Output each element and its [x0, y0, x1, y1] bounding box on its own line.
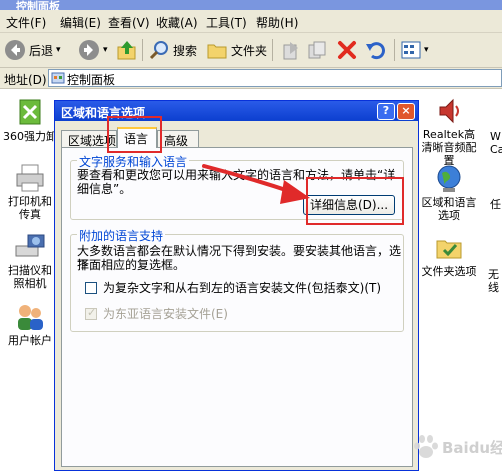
delete-button[interactable] — [336, 38, 358, 62]
360-uninstall-icon — [19, 99, 41, 125]
search-button[interactable]: 搜索 — [148, 38, 197, 62]
cp-item-label: 打印机和传真 — [8, 195, 52, 221]
cp-item-scanners-cameras[interactable]: 扫描仪和照相机 — [4, 232, 56, 290]
checkbox-box: ✓ — [85, 305, 97, 320]
printer-icon — [16, 164, 44, 192]
back-label: 后退 — [29, 43, 54, 58]
menu-tools[interactable]: 工具(T) — [206, 14, 247, 31]
cp-item-label: 用户帐户 — [8, 334, 52, 347]
up-folder-icon — [117, 41, 136, 60]
clipped-item-label: 任 — [490, 198, 501, 211]
checkbox-box[interactable] — [85, 281, 97, 294]
group-title: 附加的语言支持 — [77, 227, 166, 244]
move-to-button[interactable] — [280, 38, 302, 62]
search-icon — [149, 41, 168, 60]
globe-icon — [437, 165, 461, 192]
help-button[interactable]: ? — [377, 103, 395, 120]
cp-item-label: Realtek高清晰音频配置 — [421, 128, 477, 167]
control-panel-icon — [51, 72, 65, 84]
checkbox-label: 为东亚语言安装文件(E) — [103, 307, 228, 321]
toolbar-separator — [272, 39, 273, 61]
folder-options-icon — [436, 240, 462, 259]
cp-item-printers-faxes[interactable]: 打印机和传真 — [4, 163, 56, 221]
folders-label: 文件夹 — [231, 43, 268, 58]
address-input[interactable]: 控制面板 — [48, 69, 502, 87]
close-button[interactable]: × — [397, 103, 415, 120]
cp-item-label: 文件夹选项 — [421, 265, 477, 278]
up-folder-button[interactable] — [116, 38, 138, 62]
cp-item-label: 区域和语言选项 — [421, 196, 477, 222]
views-button[interactable]: ▾ — [400, 38, 429, 62]
checkmark-icon: ✓ — [87, 305, 97, 319]
copy-to-icon — [308, 41, 326, 59]
window-titlebar: 控制面板 — [0, 0, 502, 13]
search-label: 搜索 — [173, 43, 198, 58]
menu-file[interactable]: 文件(F) — [6, 14, 46, 31]
watermark-text: Baidu经验 — [442, 439, 502, 457]
address-bar: 地址(D) 控制面板 — [0, 68, 502, 89]
back-button[interactable]: 后退 ▾ — [4, 38, 61, 62]
address-label: 地址(D) — [4, 73, 47, 87]
toolbar-separator — [142, 39, 143, 61]
cp-item-folder-options[interactable]: 文件夹选项 — [418, 233, 480, 278]
folders-button[interactable]: 文件夹 — [206, 38, 267, 62]
menu-view[interactable]: 查看(V) — [108, 14, 150, 31]
cp-item-label: 扫描仪和照相机 — [8, 264, 52, 290]
toolbar-separator — [394, 39, 395, 61]
forward-dropdown-icon[interactable]: ▾ — [103, 45, 108, 55]
back-dropdown-icon[interactable]: ▾ — [56, 45, 61, 55]
delete-x-icon — [338, 41, 356, 59]
baidu-watermark: Baidu经验 — [408, 430, 502, 464]
checkbox-label: 为复杂文字和从右到左的语言安装文件(包括泰文)(T) — [103, 281, 382, 295]
cp-item-user-accounts[interactable]: 用户帐户 — [4, 302, 56, 347]
user-accounts-icon — [18, 305, 43, 330]
speaker-icon — [439, 98, 459, 124]
scanner-camera-icon — [15, 234, 45, 257]
move-to-icon — [283, 42, 298, 60]
forward-button[interactable]: ▾ — [78, 38, 108, 62]
group-description-line2: 下面相应的复选框。 — [77, 258, 186, 272]
menu-bar: 文件(F) 编辑(E) 查看(V) 收藏(A) 工具(T) 帮助(H) — [0, 10, 502, 33]
folder-icon — [207, 44, 227, 59]
clipped-item-label: W — [490, 130, 501, 143]
forward-arrow-icon — [79, 40, 99, 60]
undo-button[interactable] — [364, 38, 386, 62]
regional-language-dialog: 区域和语言选项 ? × 区域选项 语言 高级 文字服务和输入语言 要查看和更改您… — [54, 100, 419, 471]
east-asian-checkbox: ✓ 为东亚语言安装文件(E) — [85, 305, 228, 322]
clipped-item-label: Ca — [490, 143, 502, 156]
supplemental-language-group: 附加的语言支持 大多数语言都会在默认情况下得到安装。要安装其他语言，选择 下面相… — [70, 227, 404, 332]
undo-icon — [366, 42, 385, 60]
tab-languages[interactable]: 语言 — [117, 127, 157, 148]
cp-item-label: 360强力卸 — [3, 130, 57, 143]
cp-item-regional-language[interactable]: 区域和语言选项 — [418, 164, 480, 222]
toolbar: 后退 ▾ ▾ 搜索 文件夹 ▾ — [0, 33, 502, 68]
complex-script-checkbox[interactable]: 为复杂文字和从右到左的语言安装文件(包括泰文)(T) — [85, 279, 381, 296]
clipped-item-label: 无线 — [488, 268, 499, 294]
annotation-arrow-icon — [202, 164, 310, 204]
menu-edit[interactable]: 编辑(E) — [60, 14, 101, 31]
menu-favorites[interactable]: 收藏(A) — [156, 14, 198, 31]
copy-to-button[interactable] — [306, 38, 328, 62]
tab-advanced[interactable]: 高级 — [157, 130, 199, 148]
cp-item-360-uninstall[interactable]: 360强力卸 — [2, 96, 58, 143]
views-dropdown-icon[interactable]: ▾ — [424, 45, 429, 55]
views-icon — [401, 41, 421, 59]
menu-help[interactable]: 帮助(H) — [256, 14, 298, 31]
annotation-highlight-button — [306, 177, 404, 225]
back-arrow-icon — [5, 40, 25, 60]
address-value: 控制面板 — [67, 73, 116, 87]
cp-item-realtek-audio[interactable]: Realtek高清晰音频配置 — [418, 96, 480, 167]
